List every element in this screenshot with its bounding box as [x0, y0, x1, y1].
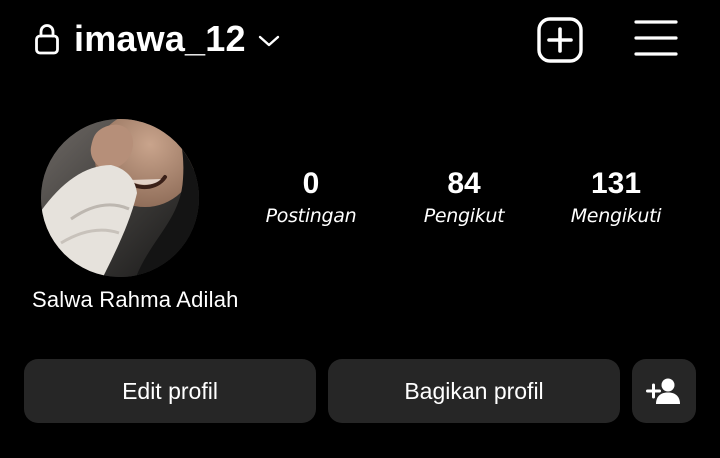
share-profile-button[interactable]: Bagikan profil	[328, 359, 620, 423]
followers-label: Pengikut	[423, 205, 505, 227]
following-count: 131	[590, 167, 642, 200]
person-add-icon	[646, 378, 680, 404]
following-label: Mengikuti	[570, 205, 662, 227]
lock-icon	[35, 24, 59, 55]
stat-followers[interactable]: 84 Pengikut	[394, 166, 534, 228]
edit-profile-label: Edit profil	[122, 377, 218, 404]
account-switcher[interactable]: imawa_12	[74, 14, 280, 64]
edit-profile-button[interactable]: Edit profil	[24, 359, 316, 423]
display-name: Salwa Rahma Adilah	[32, 287, 239, 312]
followers-count: 84	[447, 167, 481, 200]
hamburger-menu-icon[interactable]	[634, 18, 678, 58]
create-button[interactable]	[536, 16, 584, 64]
chevron-down-icon	[258, 35, 279, 47]
username: imawa_12	[74, 18, 246, 59]
share-profile-label: Bagikan profil	[404, 377, 544, 404]
profile-header: imawa_12	[0, 0, 720, 78]
discover-people-button[interactable]	[632, 359, 696, 423]
posts-label: Postingan	[265, 205, 357, 227]
profile-photo	[41, 119, 199, 277]
posts-count: 0	[302, 167, 320, 200]
stat-posts[interactable]: 0 Postingan	[241, 166, 381, 228]
stat-following[interactable]: 131 Mengikuti	[546, 166, 686, 228]
avatar[interactable]	[41, 119, 199, 277]
